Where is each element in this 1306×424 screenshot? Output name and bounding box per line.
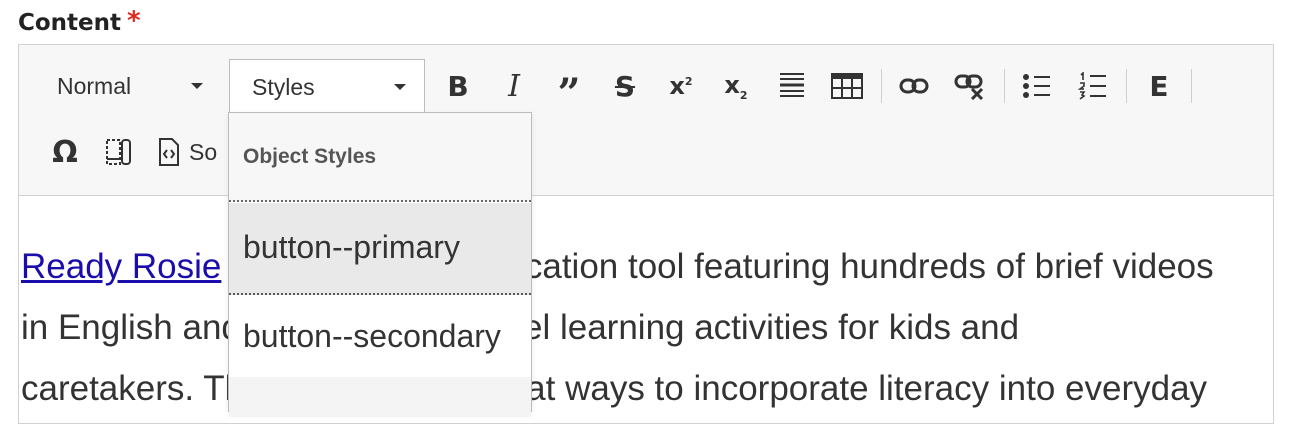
toolbar-separator	[1126, 69, 1127, 103]
toolbar-separator	[1004, 69, 1005, 103]
numbered-list-button[interactable]	[1071, 64, 1115, 108]
field-label-text: Content	[18, 10, 122, 36]
bold-icon: B	[447, 69, 469, 103]
chevron-down-icon	[191, 83, 203, 89]
editor-toolbar: Normal Styles B I ” S x2 x2 E Ω So	[19, 45, 1273, 196]
bold-button[interactable]: B	[436, 64, 480, 108]
source-code-icon	[159, 138, 179, 166]
chevron-down-icon	[394, 84, 406, 90]
horizontal-rule-button[interactable]	[770, 64, 814, 108]
strikethrough-icon: S	[614, 69, 636, 103]
format-dropdown[interactable]: Normal	[41, 59, 221, 113]
style-option-button-secondary[interactable]: button--secondary	[229, 295, 531, 377]
embed-button[interactable]: E	[1137, 64, 1181, 108]
rich-text-editor: Normal Styles B I ” S x2 x2 E Ω So Ready…	[18, 44, 1274, 424]
subscript-icon: x2	[724, 70, 748, 102]
unlink-button[interactable]	[948, 64, 992, 108]
bulleted-list-icon	[1023, 74, 1050, 98]
strikethrough-button[interactable]: S	[603, 64, 647, 108]
horizontal-rule-icon	[780, 73, 804, 97]
italic-button[interactable]: I	[492, 64, 536, 108]
superscript-button[interactable]: x2	[659, 64, 703, 108]
link-button[interactable]	[892, 64, 936, 108]
show-blocks-icon	[106, 139, 131, 165]
italic-icon: I	[508, 68, 520, 104]
toolbar-separator	[881, 69, 882, 103]
unlink-icon	[954, 74, 984, 100]
table-icon	[831, 73, 863, 99]
table-button[interactable]	[825, 64, 869, 108]
superscript-icon: x2	[669, 72, 693, 100]
source-button[interactable]: So	[157, 130, 227, 174]
bulleted-list-button[interactable]	[1015, 64, 1059, 108]
special-character-button[interactable]: Ω	[43, 130, 87, 174]
content-paragraph: Ready Rosie is a free family education t…	[21, 196, 1259, 419]
quote-icon: ”	[557, 70, 581, 117]
show-blocks-button[interactable]	[97, 130, 141, 174]
field-label: Content *	[18, 6, 141, 40]
embed-icon: E	[1149, 69, 1169, 103]
styles-dropdown[interactable]: Styles	[229, 59, 425, 115]
styles-dropdown-value: Styles	[252, 74, 315, 100]
omega-icon: Ω	[52, 134, 78, 170]
toolbar-separator	[1191, 69, 1192, 103]
required-mark: *	[127, 6, 141, 36]
style-option-next[interactable]	[229, 377, 531, 417]
link-icon	[899, 78, 929, 94]
editor-content[interactable]: Ready Rosie is a free family education t…	[19, 196, 1273, 419]
dropdown-group-title: Object Styles	[229, 113, 531, 202]
blockquote-button[interactable]: ”	[547, 64, 591, 117]
styles-dropdown-panel: Object Styles button--primary button--se…	[228, 112, 532, 417]
style-option-button-primary[interactable]: button--primary	[229, 203, 531, 295]
subscript-button[interactable]: x2	[714, 64, 758, 108]
numbered-list-icon	[1078, 72, 1106, 100]
content-line3-text: caretakers. The videos show great ways t…	[21, 369, 1208, 408]
format-dropdown-value: Normal	[57, 72, 132, 99]
source-button-label: So	[189, 138, 218, 165]
ready-rosie-link[interactable]: Ready Rosie	[21, 247, 221, 286]
